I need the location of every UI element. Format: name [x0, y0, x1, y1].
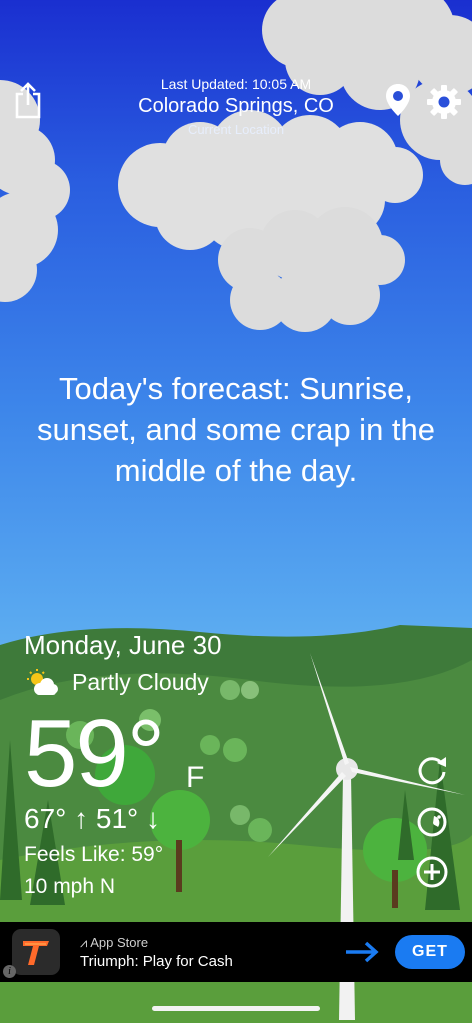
temperature-unit[interactable]: F: [186, 761, 204, 795]
refresh-button[interactable]: [412, 750, 452, 790]
app-logo: [12, 929, 60, 975]
radar-icon: [417, 807, 447, 837]
settings-button[interactable]: [424, 82, 464, 122]
refresh-icon: [418, 757, 446, 785]
gear-icon: [427, 85, 461, 119]
weather-scene: [0, 0, 472, 1023]
app-store-icon: ⩘: [80, 935, 88, 950]
ad-info-button[interactable]: i: [3, 965, 16, 978]
wind-speed: 10 mph N: [24, 875, 116, 898]
add-location-button[interactable]: [412, 852, 452, 892]
current-location-label: Current Location: [187, 122, 285, 137]
location-button[interactable]: [382, 82, 414, 118]
date-label: Monday, June 30: [24, 630, 222, 660]
condition-label: Partly Cloudy: [72, 669, 209, 695]
forecast-text: Today's forecast: Sunrise, sunset, and s…: [36, 371, 436, 488]
ad-banner[interactable]: ⩘ App Store Triumph: Play for Cash GET: [0, 922, 472, 982]
plus-circle-icon: [416, 856, 448, 888]
get-button[interactable]: GET: [395, 935, 465, 969]
partly-cloudy-icon: [27, 669, 58, 695]
current-temperature: 59°: [24, 700, 165, 807]
feels-like: Feels Like: 59°: [24, 843, 164, 866]
home-indicator[interactable]: [152, 1006, 320, 1011]
location-pin-icon: [386, 84, 410, 116]
ad-app-name: Triumph: Play for Cash: [80, 953, 233, 970]
app-store-label: ⩘ App Store: [80, 935, 149, 950]
high-low-temperature: 67° ↑ 51° ↓: [24, 803, 161, 834]
arrow-right-icon: [346, 941, 379, 963]
radar-button[interactable]: [412, 802, 452, 842]
